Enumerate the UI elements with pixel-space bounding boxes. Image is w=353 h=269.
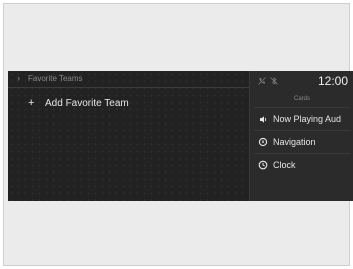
card-clock[interactable]: Clock bbox=[250, 154, 353, 176]
card-now-playing-audio[interactable]: Now Playing Aud bbox=[250, 108, 353, 130]
favorite-teams-panel: › Favorite Teams + Add Favorite Team bbox=[8, 71, 249, 201]
clock-icon bbox=[258, 160, 268, 170]
status-bar: 12:00 bbox=[250, 71, 353, 91]
cards-sidebar: 12:00 Cards Now Playing Aud Navigation C… bbox=[249, 71, 353, 201]
plus-icon: + bbox=[28, 97, 35, 109]
speaker-icon bbox=[258, 114, 268, 124]
breadcrumb[interactable]: › Favorite Teams bbox=[8, 71, 249, 88]
card-label: Clock bbox=[273, 160, 296, 170]
add-favorite-team-button[interactable]: + Add Favorite Team bbox=[28, 96, 129, 110]
phone-muted-icon bbox=[258, 77, 266, 87]
infotainment-screen: › Favorite Teams + Add Favorite Team 12: bbox=[8, 71, 353, 201]
cards-header: Cards bbox=[293, 96, 310, 102]
status-time: 12:00 bbox=[317, 74, 348, 88]
card-navigation[interactable]: Navigation bbox=[250, 131, 353, 153]
card-label: Now Playing Aud bbox=[273, 114, 342, 124]
add-favorite-team-label: Add Favorite Team bbox=[45, 97, 129, 109]
chevron-right-icon: › bbox=[17, 73, 20, 83]
card-label: Navigation bbox=[273, 137, 316, 147]
breadcrumb-label: Favorite Teams bbox=[28, 74, 83, 83]
navigation-icon bbox=[258, 137, 268, 147]
bluetooth-off-icon bbox=[270, 77, 278, 87]
